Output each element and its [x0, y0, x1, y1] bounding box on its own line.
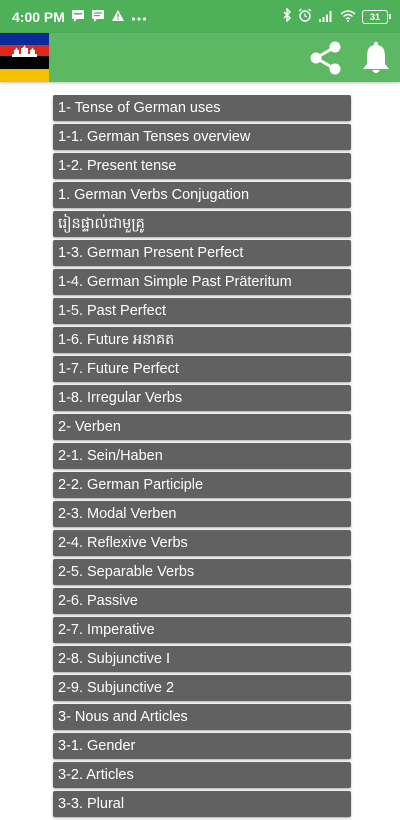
lesson-item[interactable]: 1-8. Irregular Verbs	[53, 385, 351, 411]
share-button[interactable]	[306, 39, 346, 77]
lesson-item[interactable]: 2-6. Passive	[53, 588, 351, 614]
lesson-item[interactable]: 2-9. Subjunctive 2	[53, 675, 351, 701]
status-time: 4:00 PM	[12, 8, 65, 25]
status-bar-right: 31	[283, 7, 391, 25]
message-icon	[91, 9, 105, 25]
wifi-icon	[340, 9, 356, 25]
lesson-item[interactable]: 3- Nous and Articles	[53, 704, 351, 730]
flag-icon	[0, 33, 49, 82]
lesson-item[interactable]: 2-7. Imperative	[53, 617, 351, 643]
lesson-item[interactable]: 2-3. Modal Verben	[53, 501, 351, 527]
lesson-item[interactable]: 1-6. Future អនាគត	[53, 327, 351, 353]
lesson-item[interactable]: 1-5. Past Perfect	[53, 298, 351, 324]
battery-level: 31	[369, 11, 380, 22]
status-bar: 4:00 PM 31	[0, 0, 400, 33]
lesson-item[interactable]: 1-4. German Simple Past Präteritum	[53, 269, 351, 295]
lesson-item[interactable]: 1-2. Present tense	[53, 153, 351, 179]
lesson-item[interactable]: 2-1. Sein/Haben	[53, 443, 351, 469]
more-dots-icon	[131, 9, 147, 25]
bell-icon	[363, 41, 389, 73]
notification-bell-button[interactable]	[356, 39, 396, 77]
alarm-icon	[298, 8, 312, 25]
bluetooth-icon	[283, 7, 292, 25]
lesson-item[interactable]: 1-7. Future Perfect	[53, 356, 351, 382]
lesson-item[interactable]: 1- Tense of German uses	[53, 95, 351, 121]
lesson-item[interactable]: 3-1. Gender	[53, 733, 351, 759]
lesson-item[interactable]: 2-8. Subjunctive I	[53, 646, 351, 672]
lesson-item[interactable]: 3-2. Articles	[53, 762, 351, 788]
lesson-item[interactable]: 3-3. Plural	[53, 791, 351, 817]
lesson-item[interactable]: 2-2. German Participle	[53, 472, 351, 498]
signal-icon	[318, 9, 334, 25]
lesson-list: 1- Tense of German uses 1-1. German Tense…	[53, 95, 351, 820]
message-icon	[71, 9, 85, 25]
lesson-item[interactable]: 2-4. Reflexive Verbs	[53, 530, 351, 556]
warning-icon	[111, 9, 125, 25]
lesson-item[interactable]: 2- Verben	[53, 414, 351, 440]
lesson-item[interactable]: 1-3. German Present Perfect	[53, 240, 351, 266]
lesson-item[interactable]: 2-5. Separable Verbs	[53, 559, 351, 585]
lesson-item[interactable]: រៀនផ្ទាល់ជាមួគ្រូ	[53, 211, 351, 237]
app-bar	[0, 33, 400, 82]
battery-icon: 31	[362, 9, 391, 24]
share-icon	[310, 41, 341, 75]
lesson-item[interactable]: 1-1. German Tenses overview	[53, 124, 351, 150]
lesson-item[interactable]: 1. German Verbs Conjugation	[53, 182, 351, 208]
status-bar-left: 4:00 PM	[12, 9, 147, 25]
